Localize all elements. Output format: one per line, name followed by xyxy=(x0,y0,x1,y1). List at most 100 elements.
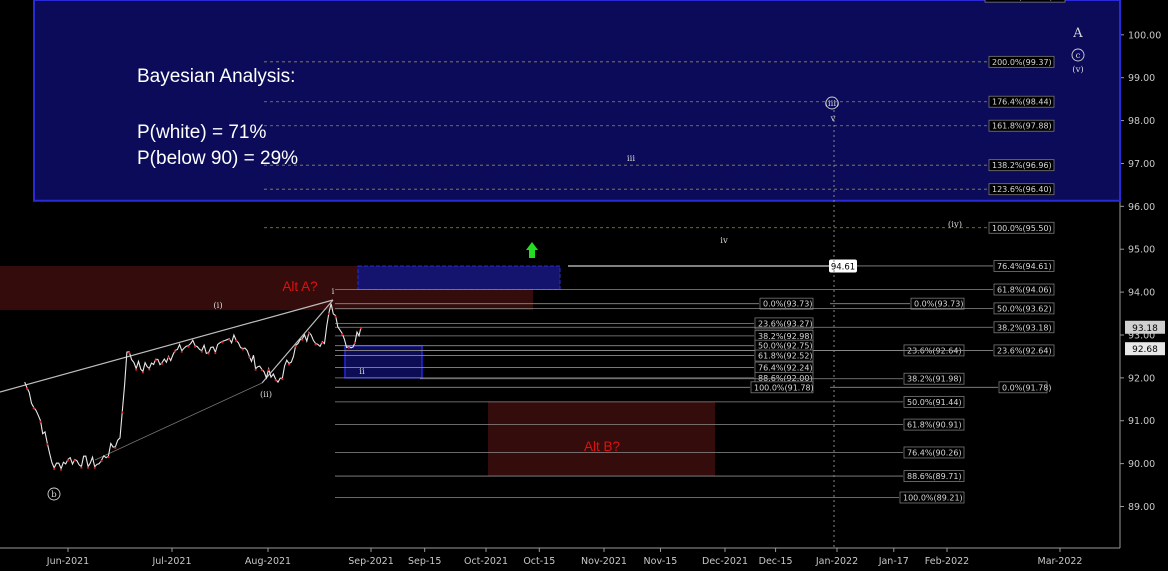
candle-marker xyxy=(66,459,70,462)
candle-marker xyxy=(161,362,164,365)
candle-marker xyxy=(200,350,203,353)
y-tick-label: 95.00 xyxy=(1128,245,1155,256)
x-tick-label: Jan-17 xyxy=(878,556,909,567)
candle-marker xyxy=(167,356,170,359)
alt-price-tag-label: 92.68 xyxy=(1132,345,1158,355)
x-tick-label: Nov-15 xyxy=(644,556,678,567)
wave-label: c xyxy=(1076,51,1081,61)
candle-marker xyxy=(100,460,103,463)
candle-marker xyxy=(207,352,210,355)
candle-marker xyxy=(86,466,90,469)
wave-label: iv xyxy=(720,236,728,246)
x-tick-label: Jan-2022 xyxy=(815,556,858,567)
fib-level-label: 61.8%(92.52) xyxy=(758,352,813,361)
candle-marker xyxy=(80,466,83,469)
probability-below-90: P(below 90) = 29% xyxy=(137,148,299,169)
fib-level-label: 100.0%(91.78) xyxy=(754,383,814,392)
fib-level-label: 23.6%(92.64) xyxy=(907,346,962,355)
wave-label: i xyxy=(332,287,335,297)
y-tick-label: 97.00 xyxy=(1128,159,1155,170)
alt-a-label: Alt A? xyxy=(282,279,317,294)
candle-marker xyxy=(248,356,251,359)
wave-label: b xyxy=(51,490,57,500)
candle-marker xyxy=(135,368,138,371)
candle-marker xyxy=(221,341,224,344)
candle-marker xyxy=(107,456,110,459)
fib-level-label: 88.6%(89.71) xyxy=(907,472,962,481)
x-tick-label: Jun-2021 xyxy=(46,556,89,567)
candle-marker xyxy=(193,345,197,348)
wave-label: v xyxy=(830,114,836,124)
candle-marker xyxy=(25,387,29,390)
fib-level-label: 38.2%(92.98) xyxy=(758,332,813,341)
candle-marker xyxy=(321,341,324,344)
y-tick-label: 100.00 xyxy=(1128,30,1161,41)
candle-marker xyxy=(294,345,297,348)
fib-level-label: 100.0%(89.21) xyxy=(903,493,963,502)
candle-marker xyxy=(148,368,151,371)
fib-level-label: 161.8%(97.88) xyxy=(992,122,1052,131)
fib-level-label: 50.0%(92.75) xyxy=(758,342,813,351)
x-tick-label: Sep-2021 xyxy=(348,556,394,567)
wave-label: (v) xyxy=(1072,64,1083,75)
candle-marker xyxy=(307,332,311,335)
candle-marker xyxy=(141,371,145,374)
x-tick-label: Mar-2022 xyxy=(1038,556,1083,567)
candle-marker xyxy=(60,468,63,471)
fib-level-label: 200.0%(99.37) xyxy=(992,58,1052,67)
candle-marker xyxy=(359,327,363,330)
fib-level-label: 0.0%(93.73) xyxy=(763,300,812,309)
candle-marker xyxy=(228,338,231,341)
y-tick-label: 96.00 xyxy=(1128,202,1155,213)
upper-target-box xyxy=(33,0,1121,202)
candle-marker xyxy=(260,369,263,372)
fib-level-label: 38.2%(91.98) xyxy=(907,375,962,384)
probability-white: P(white) = 71% xyxy=(137,122,267,143)
candle-marker xyxy=(314,343,317,346)
y-tick-label: 99.00 xyxy=(1128,73,1155,84)
x-tick-label: Feb-2022 xyxy=(925,556,969,567)
candle-marker xyxy=(73,459,76,462)
wave-label: (ii) xyxy=(260,389,272,400)
x-tick-label: Jul-2021 xyxy=(151,556,191,567)
wave-label: A xyxy=(1072,26,1083,41)
y-tick-label: 90.00 xyxy=(1128,459,1155,470)
candle-marker xyxy=(241,348,244,351)
candle-marker xyxy=(93,466,96,469)
fib-level-label: 100.0%(95.50) xyxy=(992,224,1052,233)
candle-marker xyxy=(46,443,49,446)
wave-label: (i) xyxy=(213,300,222,311)
candle-marker xyxy=(32,407,35,410)
fib-level-label: 123.6%(96.40) xyxy=(992,185,1052,194)
wave-label: (iv) xyxy=(948,219,962,230)
y-tick-label: 89.00 xyxy=(1128,502,1155,513)
candle-marker xyxy=(53,467,56,471)
fib-level-label: 176.4%(98.44) xyxy=(992,98,1052,107)
fib-level-label: 61.8%(90.91) xyxy=(907,421,962,430)
x-tick-label: Dec-2021 xyxy=(702,556,748,567)
candle-marker xyxy=(281,377,284,381)
candle-marker xyxy=(154,359,157,362)
candle-marker xyxy=(287,363,291,366)
resistance-box xyxy=(357,265,561,291)
candle-marker xyxy=(187,345,190,348)
candle-marker xyxy=(235,340,238,343)
x-tick-label: Dec-15 xyxy=(759,556,793,567)
fib-level-label: 76.4%(90.26) xyxy=(907,448,962,457)
candle-marker xyxy=(254,368,257,371)
y-tick-label: 94.00 xyxy=(1128,288,1155,299)
candle-marker xyxy=(274,379,277,382)
y-tick-label: 91.00 xyxy=(1128,416,1155,427)
fib-level-label: 0.0%(93.73) xyxy=(914,300,963,309)
candle-marker xyxy=(327,312,331,315)
candle-marker xyxy=(267,368,270,372)
x-tick-label: Sep-15 xyxy=(408,556,441,567)
y-tick-label: 98.00 xyxy=(1128,116,1155,127)
candle-marker xyxy=(180,350,183,353)
x-tick-label: Oct-15 xyxy=(523,556,555,567)
fib-level-label: 238.2%(100.89) xyxy=(988,0,1053,2)
candle-marker xyxy=(114,446,117,449)
wave-label: (iii) xyxy=(825,98,840,109)
candle-marker xyxy=(353,341,357,345)
wave-label: iii xyxy=(627,154,635,164)
